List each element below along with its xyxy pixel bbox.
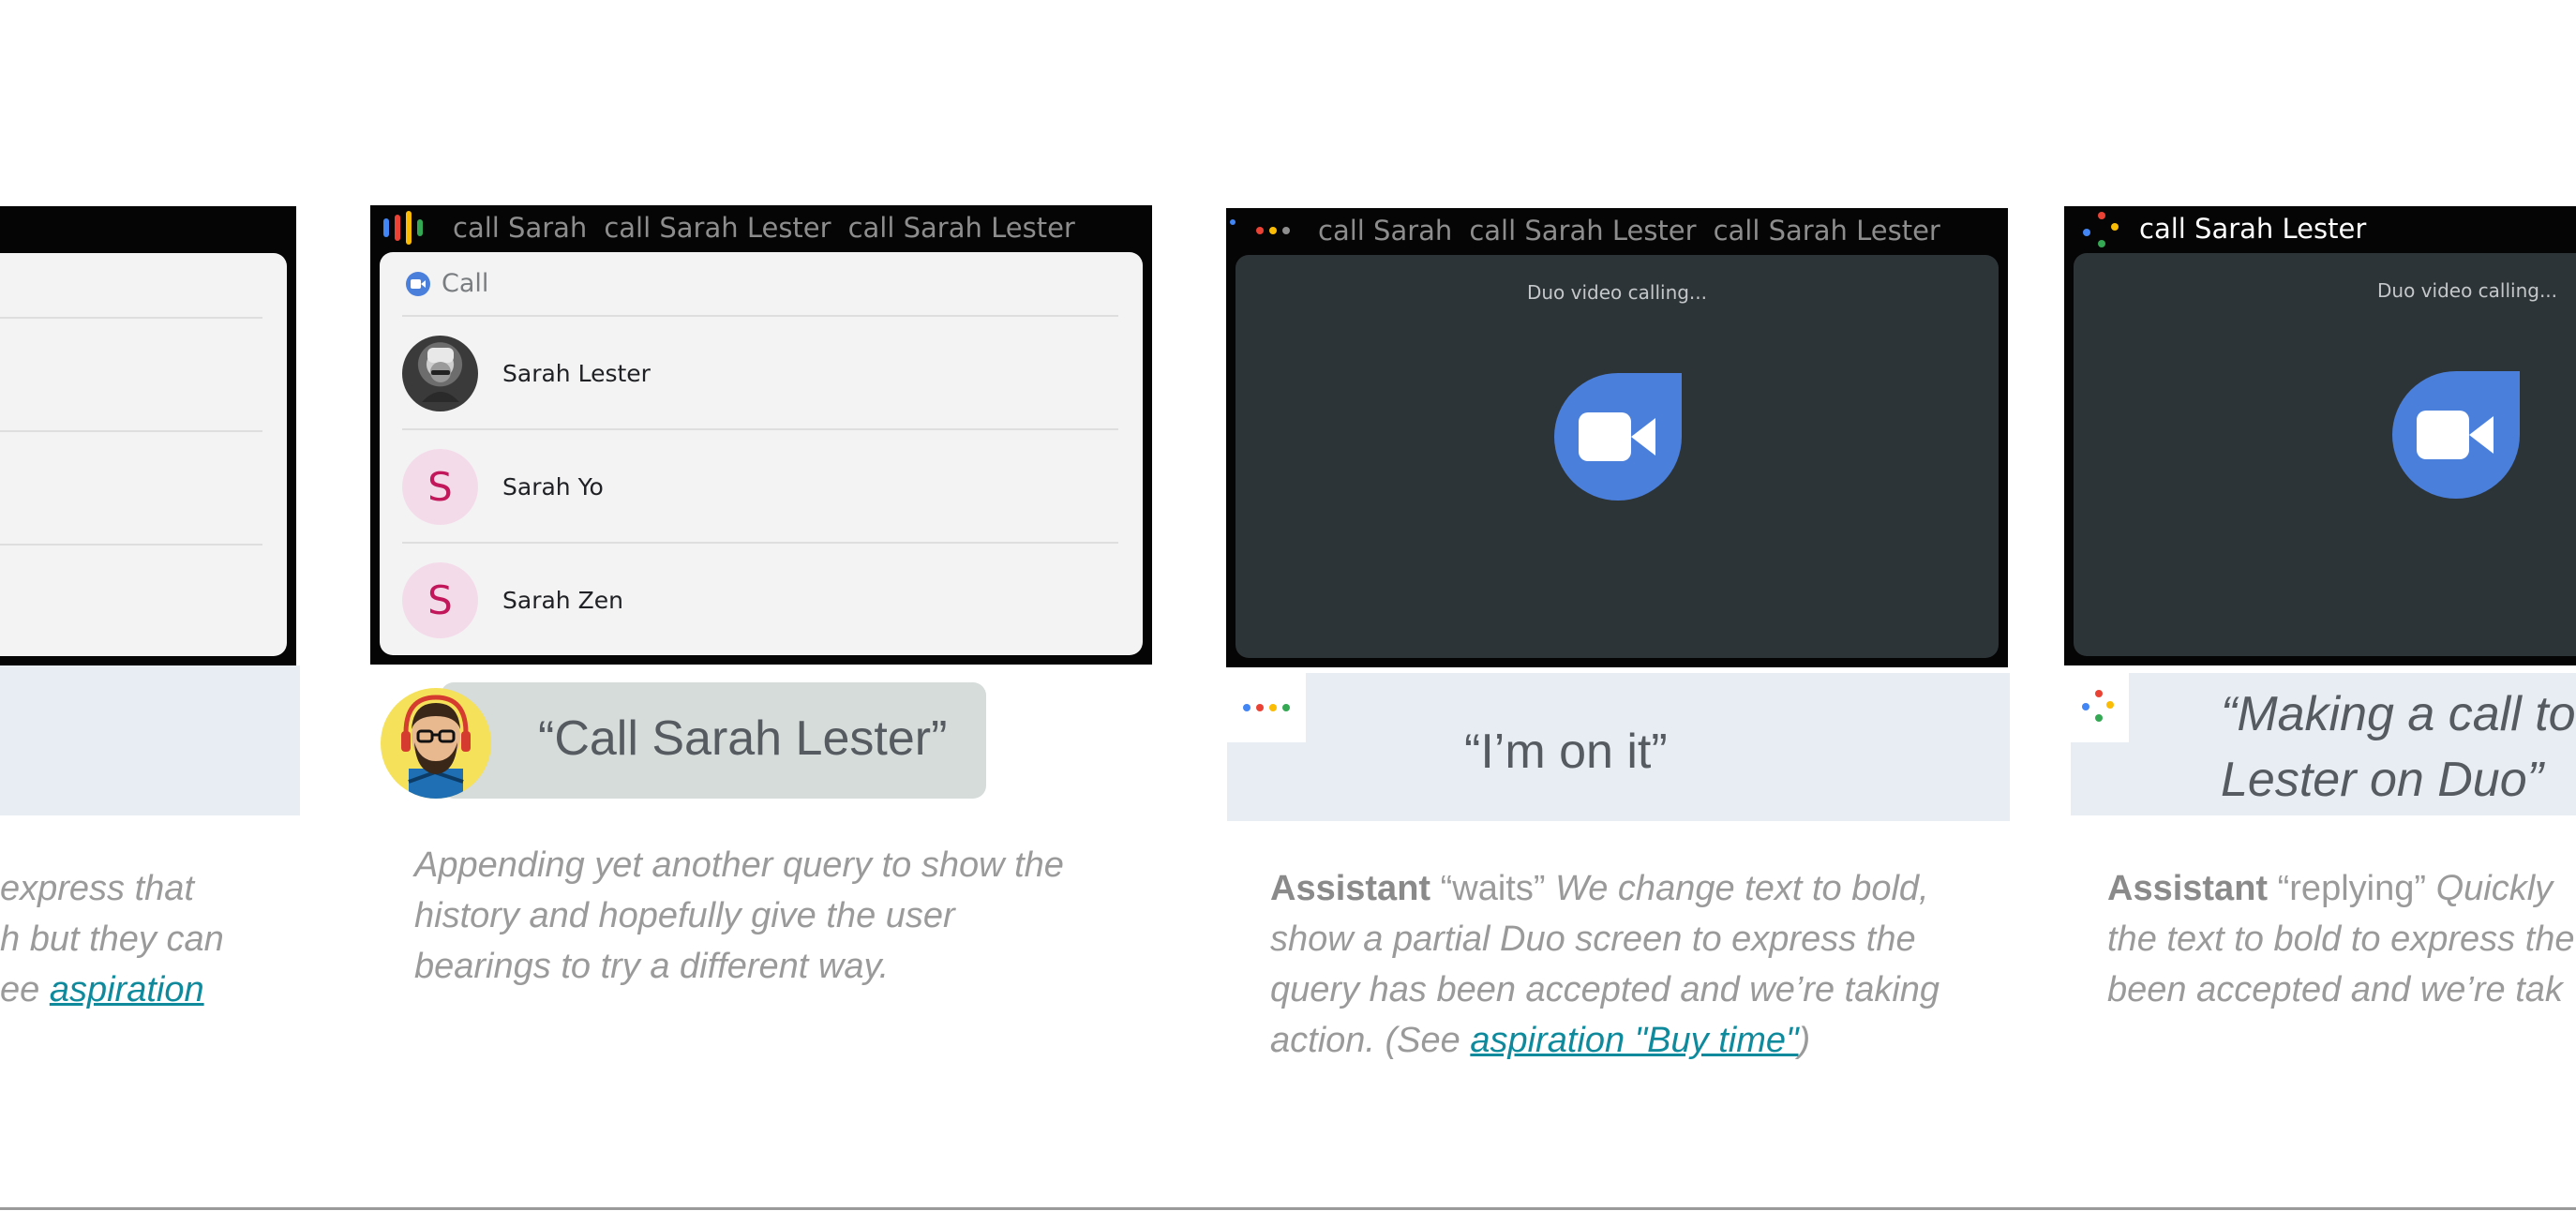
duo-calling-card: Duo video calling...: [1236, 255, 1999, 658]
call-card-header: Call: [406, 269, 488, 298]
panel2-query-bar: call Sarah call Sarah Lester call Sarah …: [370, 205, 1152, 250]
panel1-caption: express that h but they can ee aspiratio…: [0, 863, 309, 1015]
user-avatar: [381, 688, 491, 799]
assistant-loading-dot-icon: [1230, 219, 1236, 225]
contact-row-sarah-zen[interactable]: S Sarah Zen: [402, 542, 1118, 655]
assistant-mic-icon: [383, 211, 423, 245]
panel4-caption-line: been accepted and we’re tak: [2107, 970, 2563, 1009]
caption-text: Quickly: [2435, 869, 2554, 908]
query-chip[interactable]: call Sarah Lester: [1714, 215, 1940, 247]
query-chip[interactable]: call Sarah Lester: [2139, 213, 2366, 245]
duo-logo-icon: [1554, 373, 1682, 501]
duo-calling-label: Duo video calling...: [1526, 281, 1708, 304]
call-contact-card: Call Sarah Lester S Sarah Yo S Sarah Zen: [380, 252, 1143, 655]
bottom-divider: [0, 1207, 2576, 1210]
caption-text: We change text to bold,: [1555, 869, 1929, 908]
panel1-aspiration-link[interactable]: aspiration: [50, 970, 204, 1009]
assistant-dots-badge: [2071, 673, 2129, 742]
panel3-query-bar: call Sarah call Sarah Lester call Sarah …: [1226, 208, 2008, 253]
assistant-dots-badge: [1227, 673, 1306, 742]
query-chip[interactable]: call Sarah: [1318, 215, 1452, 247]
panel4-query-bar: call Sarah Lester: [2064, 206, 2576, 251]
assistant-thinking-dots-icon: [1256, 227, 1290, 234]
duo-logo-icon: [2392, 371, 2520, 499]
panel1-divider-3: [0, 544, 262, 546]
panel4-caption-line: the text to bold to express the: [2107, 919, 2575, 959]
panel1-caption-line: ee aspiration: [0, 964, 309, 1015]
contact-name: Sarah Lester: [502, 360, 651, 387]
assistant-dots-icon: [2083, 210, 2120, 247]
assistant-dots-icon: [2082, 690, 2119, 727]
contact-row-sarah-yo[interactable]: S Sarah Yo: [402, 428, 1118, 544]
panel1-caption-line: express that: [0, 869, 194, 908]
contact-name: Sarah Yo: [502, 473, 604, 501]
panel1-divider-2: [0, 430, 262, 432]
user-utterance: “Call Sarah Lester”: [538, 711, 948, 766]
caption-bold-label: Assistant: [1270, 869, 1431, 908]
caption-quote: “replying”: [2268, 869, 2436, 908]
panel4-caption-line: Assistant “replying” Quickly: [2107, 863, 2576, 914]
panel4-screen: call Sarah Lester Duo video calling...: [2064, 206, 2576, 665]
panel1-response-area: [0, 665, 300, 815]
panel1-result-card: [0, 253, 287, 656]
assistant-response: “I’m on it”: [1464, 725, 1668, 779]
panel4-caption: Assistant “replying” Quickly the text to…: [2107, 863, 2576, 1015]
duo-small-icon: [406, 271, 430, 296]
panel1-caption-line: h but they can: [0, 919, 224, 959]
contact-photo-avatar: [402, 336, 478, 411]
panel2-caption-line: history and hopefully give the user: [414, 896, 955, 935]
panel3-caption-line: Assistant “waits” We change text to bold…: [1270, 863, 2001, 914]
panel3-caption-line: query has been accepted and we’re taking: [1270, 970, 1940, 1009]
assistant-response-line: “Making a call to: [2221, 687, 2576, 741]
duo-calling-card: Duo video calling...: [2074, 253, 2576, 656]
contact-initial-avatar: S: [402, 449, 478, 525]
panel1-caption-text: ee: [0, 970, 50, 1009]
panel2-caption: Appending yet another query to show the …: [414, 840, 1127, 992]
assistant-response-line: Lester on Duo”: [2221, 753, 2543, 807]
contact-initial-avatar: S: [402, 562, 478, 638]
panel3-response-area: “I’m on it”: [1227, 673, 2010, 821]
caption-text: action. (See: [1270, 1021, 1471, 1060]
query-chip[interactable]: call Sarah Lester: [848, 212, 1075, 244]
caption-bold-label: Assistant: [2107, 869, 2269, 908]
panel3-caption-line: action. (See aspiration "Buy time"): [1270, 1015, 2001, 1066]
buy-time-aspiration-link[interactable]: aspiration "Buy time": [1470, 1021, 1798, 1060]
panel1-divider-1: [0, 317, 262, 319]
panel1-screen: [0, 206, 296, 665]
query-chip[interactable]: call Sarah Lester: [1469, 215, 1696, 247]
caption-text: ): [1798, 1021, 1811, 1060]
query-chip[interactable]: call Sarah Lester: [604, 212, 831, 244]
panel2-caption-line: bearings to try a different way.: [414, 947, 890, 986]
contact-name: Sarah Zen: [502, 587, 623, 614]
call-card-title: Call: [442, 269, 489, 298]
assistant-dots-icon: [1243, 704, 1290, 711]
contact-row-sarah-lester[interactable]: Sarah Lester: [402, 315, 1118, 430]
panel4-response-area: “Making a call to Lester on Duo”: [2071, 673, 2576, 815]
panel3-caption: Assistant “waits” We change text to bold…: [1270, 863, 2001, 1066]
panel2-screen: call Sarah call Sarah Lester call Sarah …: [370, 205, 1152, 665]
panel2-caption-line: Appending yet another query to show the: [414, 845, 1064, 885]
caption-quote: “waits”: [1430, 869, 1556, 908]
user-speech-bubble: “Call Sarah Lester”: [441, 682, 986, 799]
panel3-caption-line: show a partial Duo screen to express the: [1270, 919, 1916, 959]
query-chip[interactable]: call Sarah: [453, 212, 587, 244]
duo-calling-label: Duo video calling...: [2377, 279, 2558, 302]
panel3-screen: call Sarah call Sarah Lester call Sarah …: [1226, 208, 2008, 667]
